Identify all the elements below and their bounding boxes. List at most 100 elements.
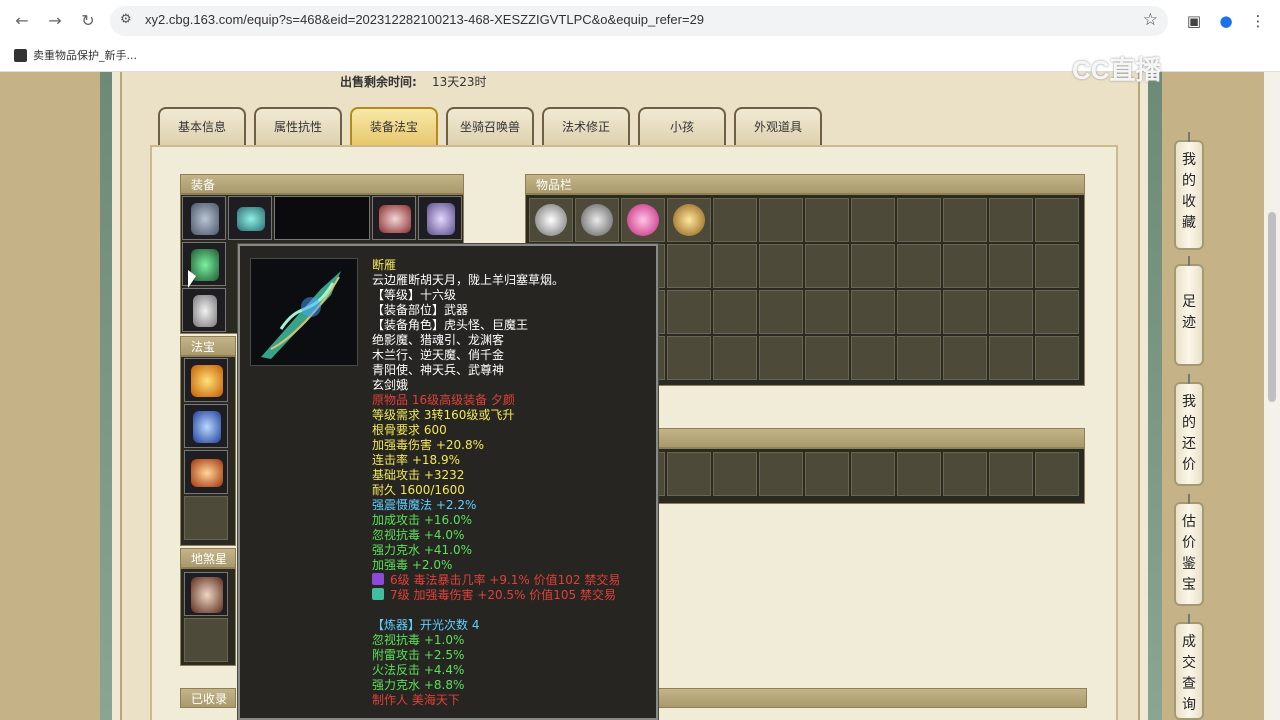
inventory-slot[interactable] bbox=[759, 290, 803, 334]
bookmark-favicon-icon bbox=[14, 48, 27, 62]
inventory-slot[interactable] bbox=[759, 244, 803, 288]
inventory-secondary-slot[interactable] bbox=[667, 452, 711, 496]
sidebar-my-favorites[interactable]: 我的收藏 bbox=[1174, 132, 1204, 250]
inventory-slot[interactable] bbox=[943, 244, 987, 288]
earth-star-slot-2[interactable] bbox=[184, 618, 228, 662]
tooltip-line: 绝影魔、猎魂引、龙渊客 bbox=[372, 333, 656, 348]
inventory-secondary-slot[interactable] bbox=[759, 452, 803, 496]
equip-slot-armor[interactable] bbox=[372, 196, 416, 240]
tab-cosmetics[interactable]: 外观道具 bbox=[734, 107, 822, 145]
character-portrait bbox=[274, 196, 370, 240]
inventory-slot[interactable] bbox=[989, 198, 1033, 242]
inventory-item-crystal-icon[interactable] bbox=[673, 204, 705, 236]
stream-watermark: CC直播 bbox=[1072, 55, 1162, 85]
equip-slot-necklace[interactable] bbox=[228, 196, 272, 240]
inventory-secondary-slot[interactable] bbox=[897, 452, 941, 496]
earth-star-slot-1[interactable] bbox=[184, 572, 228, 616]
profile-icon[interactable]: ● bbox=[1214, 9, 1238, 33]
tab-basic-info[interactable]: 基本信息 bbox=[158, 107, 246, 145]
inventory-slot[interactable] bbox=[713, 290, 757, 334]
tooltip-line: 【装备部位】武器 bbox=[372, 303, 656, 318]
sidebar-deal-lookup[interactable]: 成交查询 bbox=[1174, 614, 1204, 720]
tab-mounts-summons[interactable]: 坐骑召唤兽 bbox=[446, 107, 534, 145]
inventory-secondary-slot[interactable] bbox=[713, 452, 757, 496]
inventory-slot[interactable] bbox=[1035, 244, 1079, 288]
tooltip-line-text: 原物品 16级高级装备 夕颜 bbox=[372, 393, 515, 407]
inventory-secondary-slot[interactable] bbox=[943, 452, 987, 496]
inventory-slot[interactable] bbox=[713, 244, 757, 288]
inventory-slot[interactable] bbox=[989, 244, 1033, 288]
inventory-secondary-slot[interactable] bbox=[1035, 452, 1079, 496]
menu-icon[interactable]: ⋮ bbox=[1246, 9, 1270, 33]
inventory-slot[interactable] bbox=[1035, 198, 1079, 242]
inventory-slot[interactable] bbox=[713, 336, 757, 380]
inventory-slot[interactable] bbox=[805, 198, 849, 242]
inventory-slot[interactable] bbox=[759, 336, 803, 380]
inventory-slot[interactable] bbox=[851, 290, 895, 334]
inventory-slot[interactable] bbox=[1035, 336, 1079, 380]
inventory-item-chain-icon[interactable] bbox=[581, 204, 613, 236]
inventory-slot[interactable] bbox=[989, 336, 1033, 380]
inventory-slot[interactable] bbox=[759, 198, 803, 242]
forward-icon[interactable]: → bbox=[43, 9, 67, 33]
inventory-slot[interactable] bbox=[667, 336, 711, 380]
tooltip-line bbox=[372, 603, 656, 618]
tooltip-line: 耐久 1600/1600 bbox=[372, 483, 656, 498]
inventory-slot[interactable] bbox=[943, 290, 987, 334]
tooltip-line: 强震慑魔法 +2.2% bbox=[372, 498, 656, 513]
tab-spell-modifiers[interactable]: 法术修正 bbox=[542, 107, 630, 145]
gem-icon bbox=[372, 573, 384, 585]
inventory-secondary-slot[interactable] bbox=[805, 452, 849, 496]
reload-icon[interactable]: ↻ bbox=[76, 9, 100, 33]
tooltip-line-text: 玄剑娥 bbox=[372, 378, 409, 392]
tooltip-line: 连击率 +18.9% bbox=[372, 453, 656, 468]
inventory-item-heart-gem-icon[interactable] bbox=[627, 204, 659, 236]
inventory-slot[interactable] bbox=[1035, 290, 1079, 334]
equip-slot-boots[interactable] bbox=[182, 288, 226, 332]
sidebar-appraisal[interactable]: 估价鉴宝 bbox=[1174, 494, 1204, 606]
equip-slot-belt[interactable] bbox=[418, 196, 462, 240]
inventory-slot[interactable] bbox=[851, 336, 895, 380]
sidebar-history[interactable]: 足迹 bbox=[1174, 256, 1204, 366]
treasure-slot-3[interactable] bbox=[184, 450, 228, 494]
inventory-secondary-slot[interactable] bbox=[851, 452, 895, 496]
inventory-slot[interactable] bbox=[713, 198, 757, 242]
equip-slot-helmet[interactable] bbox=[182, 196, 226, 240]
tooltip-line-text: 【炼器】开光次数 4 bbox=[372, 618, 480, 632]
page-scrollbar[interactable] bbox=[1264, 72, 1280, 720]
scrollbar-thumb[interactable] bbox=[1268, 212, 1276, 402]
inventory-slot[interactable] bbox=[805, 244, 849, 288]
tab-attributes[interactable]: 属性抗性 bbox=[254, 107, 342, 145]
bookmark-star-icon[interactable]: ☆ bbox=[1143, 10, 1158, 30]
treasure-slot-2[interactable] bbox=[184, 404, 228, 448]
inventory-slot[interactable] bbox=[897, 336, 941, 380]
site-info-icon[interactable]: ⚙ bbox=[120, 12, 132, 27]
inventory-slot[interactable] bbox=[851, 198, 895, 242]
inventory-item-chain-icon[interactable] bbox=[535, 204, 567, 236]
side-panel-icon[interactable]: ▣ bbox=[1182, 9, 1206, 33]
url-text[interactable]: xy2.cbg.163.com/equip?s=468&eid=20231228… bbox=[145, 12, 704, 27]
inventory-slot[interactable] bbox=[989, 290, 1033, 334]
treasure-slot-1[interactable] bbox=[184, 358, 228, 402]
sidebar-my-counteroffers[interactable]: 我的还价 bbox=[1174, 374, 1204, 486]
inventory-slot[interactable] bbox=[851, 244, 895, 288]
bookmark-item[interactable]: 卖重物品保护_新手... bbox=[14, 46, 137, 64]
inventory-secondary-slot[interactable] bbox=[989, 452, 1033, 496]
mouse-cursor-icon bbox=[188, 270, 196, 288]
tab-child[interactable]: 小孩 bbox=[638, 107, 726, 145]
address-bar[interactable]: ⚙ xy2.cbg.163.com/equip?s=468&eid=202312… bbox=[110, 6, 1168, 36]
tab-equipment[interactable]: 装备法宝 bbox=[350, 107, 438, 145]
inventory-slot[interactable] bbox=[897, 290, 941, 334]
tooltip-line: 云边雁断胡天月，陇上羊归塞草烟。 bbox=[372, 273, 656, 288]
inventory-slot[interactable] bbox=[667, 290, 711, 334]
inventory-slot[interactable] bbox=[897, 244, 941, 288]
tooltip-line: 火法反击 +4.4% bbox=[372, 663, 656, 678]
inventory-slot[interactable] bbox=[667, 244, 711, 288]
inventory-slot[interactable] bbox=[805, 336, 849, 380]
inventory-slot[interactable] bbox=[897, 198, 941, 242]
back-icon[interactable]: ← bbox=[10, 9, 34, 33]
inventory-slot[interactable] bbox=[943, 336, 987, 380]
inventory-slot[interactable] bbox=[805, 290, 849, 334]
inventory-slot[interactable] bbox=[943, 198, 987, 242]
treasure-slot-4[interactable] bbox=[184, 496, 228, 540]
